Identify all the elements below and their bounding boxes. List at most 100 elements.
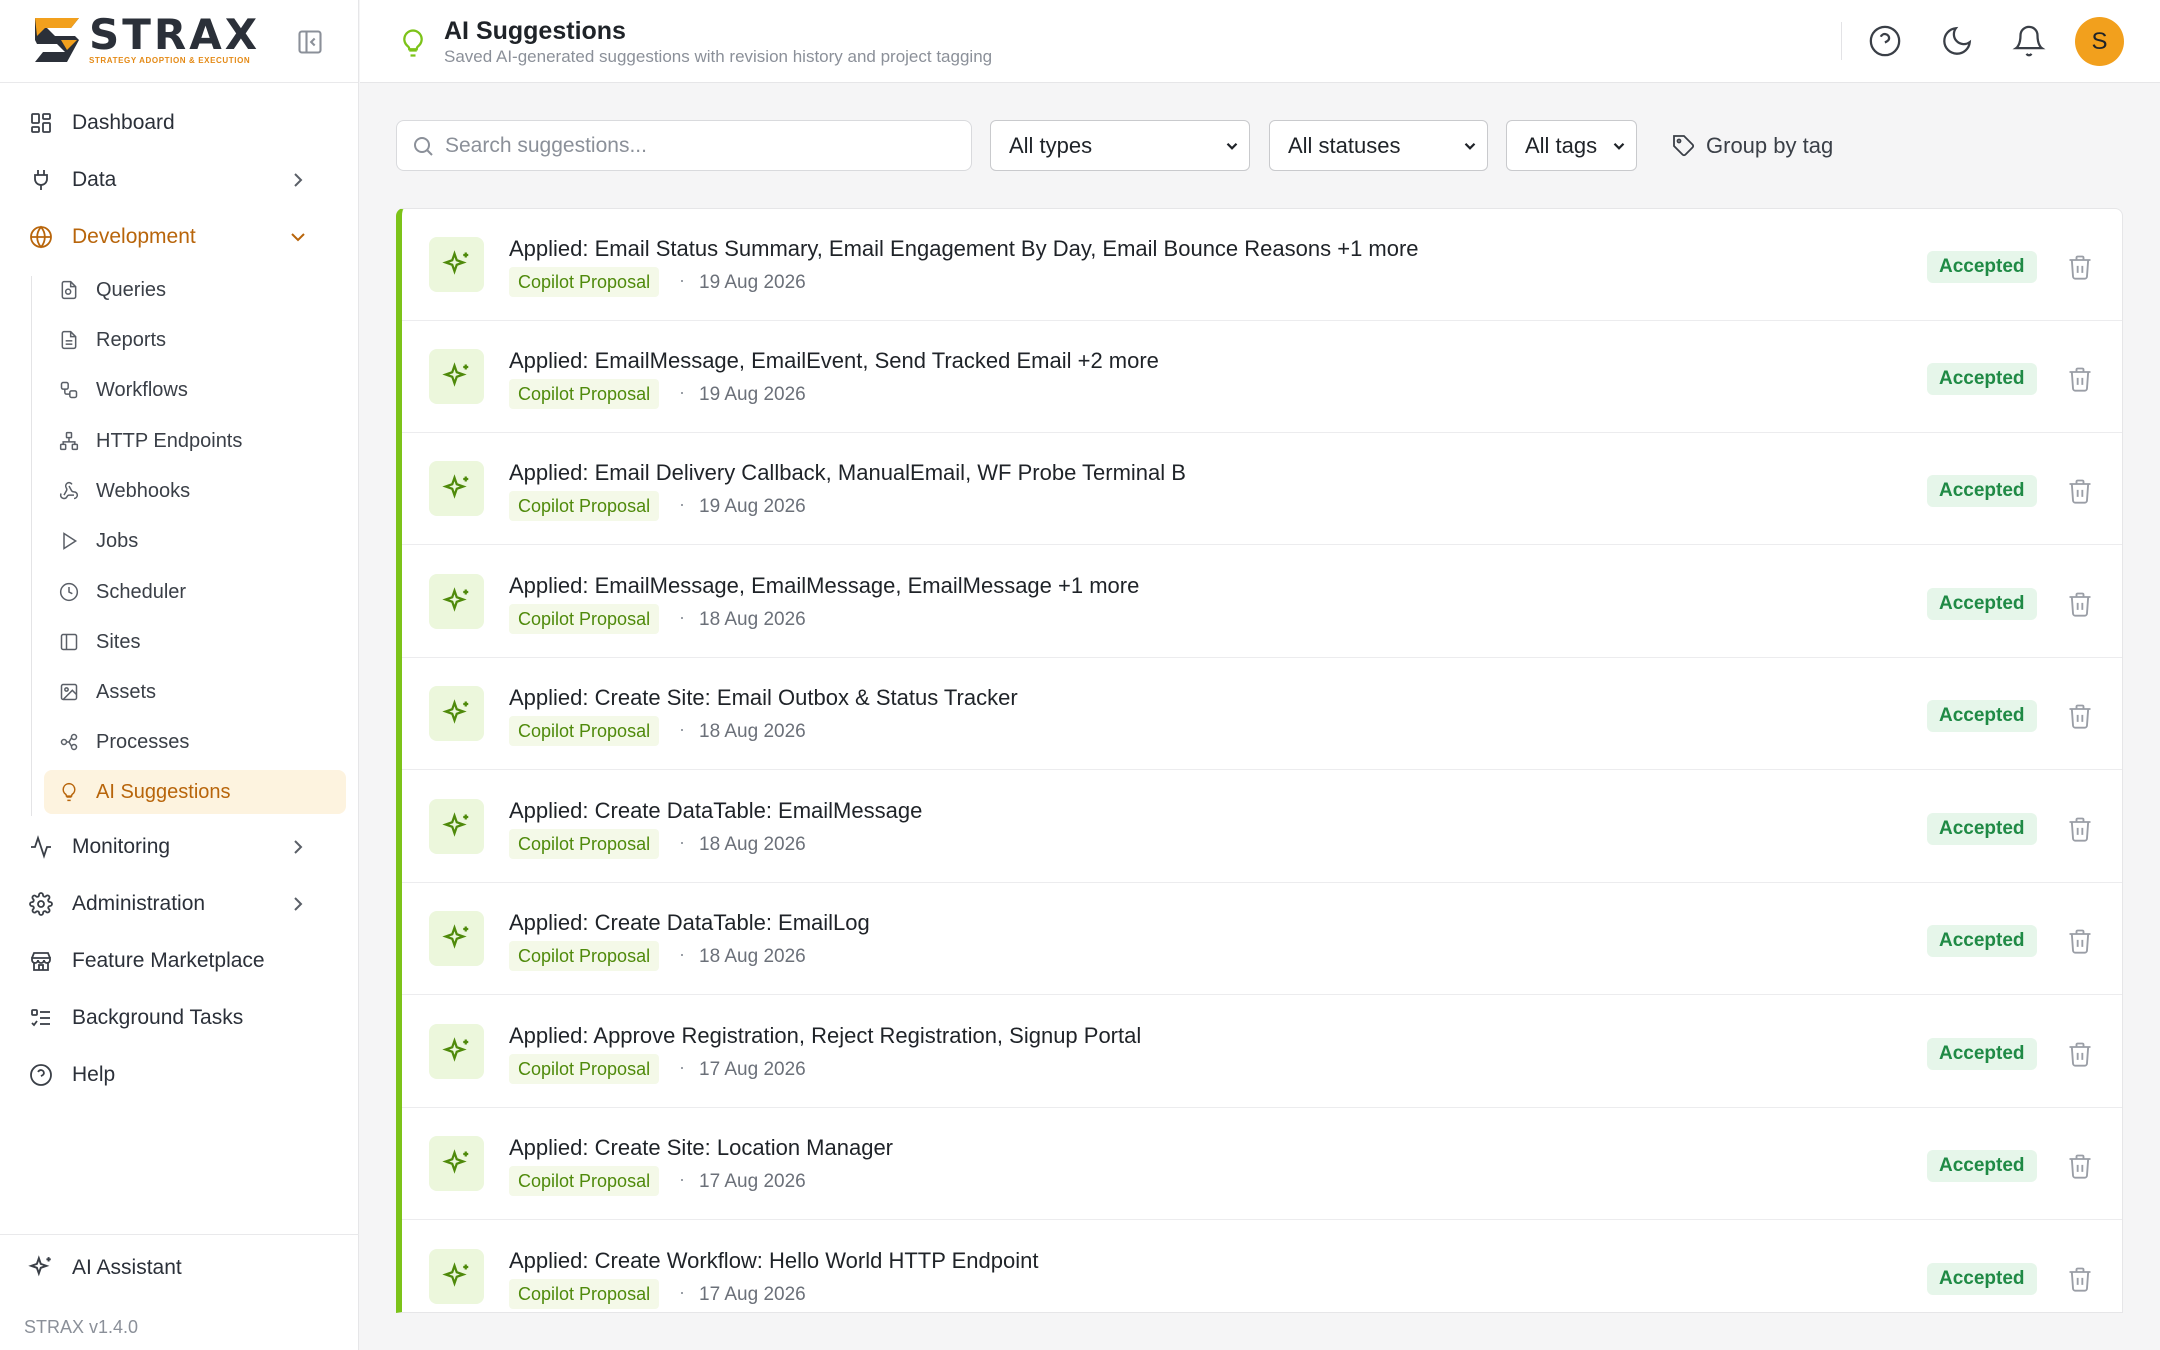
- process-icon: [58, 731, 80, 753]
- suggestion-title: Applied: Create Workflow: Hello World HT…: [509, 1248, 1039, 1273]
- report-file-icon: [58, 329, 80, 351]
- suggestion-title: Applied: Email Status Summary, Email Eng…: [509, 236, 1419, 261]
- help-icon: [28, 1062, 54, 1088]
- separator-dot: ·: [679, 270, 685, 290]
- sidebar-item-data[interactable]: Data: [28, 160, 338, 200]
- sparkles-icon: [429, 1249, 484, 1304]
- sidebar-item-monitoring[interactable]: Monitoring: [28, 827, 338, 867]
- ai-assistant-button[interactable]: AI Assistant: [28, 1255, 182, 1281]
- sidebar-item-dashboard[interactable]: Dashboard: [28, 103, 338, 143]
- brand-tagline: STRATEGY ADOPTION & EXECUTION: [89, 56, 251, 65]
- trash-icon[interactable]: [2066, 477, 2094, 505]
- user-avatar[interactable]: S: [2075, 17, 2124, 66]
- sidebar-item-label: Monitoring: [72, 835, 171, 858]
- chevron-down-icon: [1613, 142, 1625, 150]
- group-by-tag-button[interactable]: Group by tag: [1672, 130, 1833, 162]
- sidebar-item-jobs[interactable]: Jobs: [44, 519, 346, 563]
- sidebar-item-scheduler[interactable]: Scheduler: [44, 570, 346, 614]
- trash-icon[interactable]: [2066, 253, 2094, 281]
- trash-icon[interactable]: [2066, 1265, 2094, 1293]
- search-input[interactable]: [445, 121, 960, 170]
- tag-filter-select[interactable]: All tags: [1506, 120, 1637, 171]
- theme-toggle-button[interactable]: [1940, 24, 1974, 58]
- suggestion-row[interactable]: Applied: Email Status Summary, Email Eng…: [402, 209, 2122, 321]
- suggestion-tag: Copilot Proposal: [509, 716, 660, 746]
- separator-dot: ·: [679, 1169, 685, 1189]
- suggestion-row[interactable]: Applied: EmailMessage, EmailEvent, Send …: [402, 321, 2122, 433]
- sidebar-item-feature-marketplace[interactable]: Feature Marketplace: [28, 941, 338, 981]
- strax-logo[interactable]: STRAX STRATEGY ADOPTION & EXECUTION: [31, 14, 260, 66]
- sidebar-item-label: Jobs: [96, 529, 139, 552]
- sidebar-item-administration[interactable]: Administration: [28, 884, 338, 924]
- lightbulb-icon: [403, 29, 423, 57]
- page-title: AI Suggestions: [444, 17, 626, 45]
- plug-icon: [28, 167, 54, 193]
- moon-icon: [1943, 26, 1972, 55]
- suggestion-title: Applied: Approve Registration, Reject Re…: [509, 1023, 1142, 1048]
- sidebar-item-processes[interactable]: Processes: [44, 720, 346, 764]
- suggestion-tag: Copilot Proposal: [509, 379, 660, 409]
- notifications-button[interactable]: [2012, 24, 2046, 58]
- help-button[interactable]: [1868, 24, 1902, 58]
- trash-icon[interactable]: [2066, 815, 2094, 843]
- sparkles-icon: [429, 686, 484, 741]
- suggestion-date: 19 Aug 2026: [699, 496, 806, 517]
- sidebar-item-help[interactable]: Help: [28, 1055, 338, 1095]
- suggestion-row[interactable]: Applied: Create DataTable: EmailLog Copi…: [402, 883, 2122, 995]
- bell-icon: [2012, 25, 2046, 57]
- trash-icon[interactable]: [2066, 1040, 2094, 1068]
- trash-icon[interactable]: [2066, 927, 2094, 955]
- sidebar-item-reports[interactable]: Reports: [44, 318, 346, 362]
- status-badge: Accepted: [1927, 813, 2037, 845]
- search-box[interactable]: [396, 120, 972, 171]
- collapse-sidebar-button[interactable]: [296, 28, 324, 56]
- sidebar-item-ai-suggestions[interactable]: AI Suggestions: [44, 770, 346, 814]
- sidebar-item-label: Administration: [72, 892, 206, 915]
- status-filter-select[interactable]: All statuses: [1269, 120, 1488, 171]
- query-file-icon: [58, 279, 80, 301]
- suggestion-row[interactable]: Applied: EmailMessage, EmailMessage, Ema…: [402, 546, 2122, 658]
- trash-icon[interactable]: [2066, 365, 2094, 393]
- sidebar-item-sites[interactable]: Sites: [44, 620, 346, 664]
- sidebar-item-label: Webhooks: [96, 479, 191, 502]
- trash-icon[interactable]: [2066, 590, 2094, 618]
- suggestion-row[interactable]: Applied: Create Site: Location Manager C…: [402, 1108, 2122, 1220]
- sidebar-item-label: Development: [72, 225, 196, 248]
- sidebar-item-workflows[interactable]: Workflows: [44, 368, 346, 412]
- separator-dot: ·: [679, 1282, 685, 1302]
- chevron-down-icon: [1226, 142, 1238, 150]
- status-badge: Accepted: [1927, 1038, 2037, 1070]
- sidebar-item-development[interactable]: Development: [28, 217, 338, 257]
- suggestion-tag: Copilot Proposal: [509, 1054, 660, 1084]
- sidebar-item-webhooks[interactable]: Webhooks: [44, 469, 346, 513]
- suggestion-row[interactable]: Applied: Create Workflow: Hello World HT…: [402, 1221, 2122, 1312]
- suggestion-row[interactable]: Applied: Create DataTable: EmailMessage …: [402, 771, 2122, 883]
- suggestion-row[interactable]: Applied: Email Delivery Callback, Manual…: [402, 433, 2122, 545]
- chevron-down-icon: [1464, 142, 1476, 150]
- subnav-guide: [31, 276, 32, 816]
- suggestion-title: Applied: Create Site: Email Outbox & Sta…: [509, 685, 1018, 710]
- trash-icon[interactable]: [2066, 702, 2094, 730]
- suggestion-tag: Copilot Proposal: [509, 941, 660, 971]
- suggestion-date: 18 Aug 2026: [699, 721, 806, 742]
- suggestion-date: 18 Aug 2026: [699, 609, 806, 630]
- sidebar-item-assets[interactable]: Assets: [44, 670, 346, 714]
- ai-assistant-label: AI Assistant: [72, 1256, 182, 1279]
- suggestion-date: 17 Aug 2026: [699, 1171, 806, 1192]
- sparkles-icon: [429, 911, 484, 966]
- suggestion-tag: Copilot Proposal: [509, 829, 660, 859]
- help-circle-icon: [1869, 25, 1901, 57]
- type-filter-select[interactable]: All types: [990, 120, 1250, 171]
- sidebar-item-http-endpoints[interactable]: HTTP Endpoints: [44, 419, 346, 463]
- sidebar-item-background-tasks[interactable]: Background Tasks: [28, 998, 338, 1038]
- top-header: AI Suggestions Saved AI-generated sugges…: [360, 0, 2160, 83]
- suggestion-row[interactable]: Applied: Approve Registration, Reject Re…: [402, 996, 2122, 1108]
- suggestion-row[interactable]: Applied: Create Site: Email Outbox & Sta…: [402, 658, 2122, 770]
- trash-icon[interactable]: [2066, 1152, 2094, 1180]
- lightbulb-icon: [58, 781, 80, 803]
- suggestion-title: Applied: Create Site: Location Manager: [509, 1135, 894, 1160]
- suggestion-date: 17 Aug 2026: [699, 1284, 806, 1305]
- sidebar-item-queries[interactable]: Queries: [44, 268, 346, 312]
- suggestion-title: Applied: Create DataTable: EmailMessage: [509, 798, 923, 823]
- sidebar-item-label: Assets: [96, 680, 157, 703]
